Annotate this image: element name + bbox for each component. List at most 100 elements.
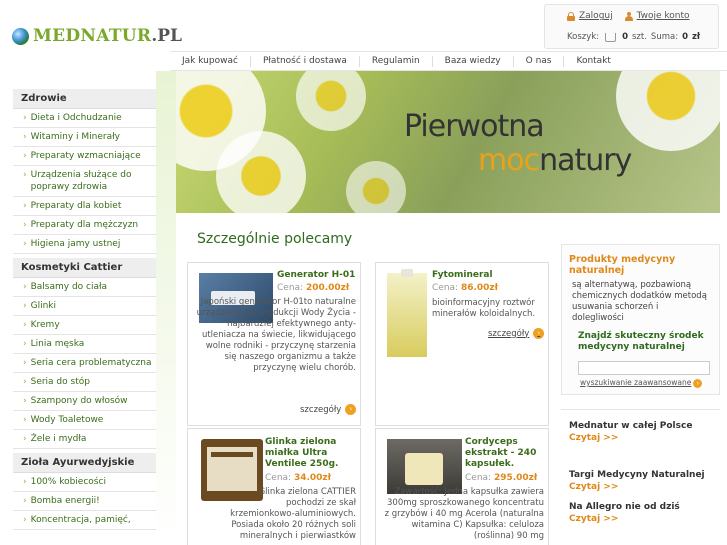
sidebar-item[interactable]: › Preparaty dla kobiet (13, 197, 156, 216)
news-item[interactable]: Na Allegro nie od dziś Czytaj >> (569, 501, 680, 525)
price-label: Cena: (432, 283, 459, 293)
price-label: Cena: (265, 473, 292, 483)
arrow-right-icon: › (693, 379, 703, 388)
nav-baza-wiedzy[interactable]: Baza wiedzy (431, 55, 513, 67)
sidebar-item-label: 100% kobiecości (30, 477, 106, 487)
product-card: Glinka zielona miałka Ultra Ventilee 250… (187, 428, 361, 545)
bullet-icon: › (23, 377, 27, 387)
cart-count: 0 (622, 32, 628, 42)
bullet-icon: › (23, 132, 27, 142)
currency: zł (691, 32, 701, 42)
account-link[interactable]: Twoje konto (624, 11, 690, 21)
sidebar-item[interactable]: › Glinki (13, 297, 156, 316)
login-label: Zaloguj (579, 11, 613, 21)
product-title[interactable]: Glinka zielona miałka Ultra Ventilee 250… (265, 437, 357, 470)
sidebar-item-label: Bomba energii! (30, 496, 100, 506)
arrow-right-icon: › (533, 328, 545, 339)
sidebar-item[interactable]: › Bomba energii! (13, 492, 156, 511)
sidebar-item[interactable]: › Linia męska (13, 335, 156, 354)
price-label: Cena: (465, 473, 492, 483)
lock-icon (567, 11, 575, 21)
sidebar-item-label: Koncentracja, pamięć, (30, 515, 131, 525)
details-link[interactable]: szczegóły › (488, 328, 545, 339)
sidebar-item[interactable]: › Dieta i Odchudzanie (13, 109, 156, 128)
banner-line1: Pierwotna (404, 109, 545, 144)
search-input[interactable] (578, 361, 710, 375)
sidebar-item-label: Żele i mydła (30, 434, 87, 444)
sidebar-item-label: Wody Toaletowe (30, 415, 104, 425)
account-label: Twoje konto (636, 11, 690, 21)
news-more[interactable]: Czytaj >> (569, 513, 680, 525)
product-card: Fytomineral Cena: 86.00zł bioinformacyjn… (375, 262, 549, 426)
sidebar-item[interactable]: › Szampony do włosów (13, 392, 156, 411)
sidebar-item[interactable]: › Higiena jamy ustnej (13, 235, 156, 254)
hero-banner: Pierwotna mocnatury (176, 71, 720, 213)
panel-title: Produkty medycyny naturalnej (569, 254, 676, 276)
user-box: Zaloguj Twoje konto Koszyk: 0 szt. Suma:… (544, 4, 719, 49)
product-title[interactable]: Cordyceps ekstrakt - 240 kapsułek. (465, 437, 545, 470)
cart-summary[interactable]: Koszyk: 0 szt. Suma: 0 zł (567, 32, 700, 42)
sidebar-item-label: Linia męska (30, 339, 85, 349)
nav-platnosc[interactable]: Płatność i dostawa (249, 55, 359, 67)
product-image[interactable] (387, 439, 462, 494)
nav-o-nas[interactable]: O nas (512, 55, 564, 67)
sidebar-item[interactable]: › 100% kobiecości (13, 473, 156, 492)
price-value: 295.00zł (493, 473, 538, 483)
globe-icon (12, 27, 29, 45)
advanced-search-link[interactable]: wyszukiwanie zaawansowane › (580, 378, 703, 388)
sidebar-item[interactable]: › Preparaty dla mężczyzn (13, 216, 156, 235)
sidebar-item[interactable]: › Seria cera problematyczna (13, 354, 156, 373)
sidebar-item[interactable]: › Witaminy i Minerały (13, 128, 156, 147)
bullet-icon: › (23, 170, 27, 180)
cart-icon (605, 32, 617, 42)
sidebar-item-label: Seria cera problematyczna (30, 358, 152, 368)
logo[interactable]: MEDNATUR .PL (12, 24, 182, 48)
bullet-icon: › (23, 220, 27, 230)
news-item[interactable]: Targi Medycyny Naturalnej Czytaj >> (569, 469, 705, 493)
category-ziola[interactable]: Zioła Ayurwedyjskie (13, 453, 156, 473)
sidebar-item-label: Witaminy i Minerały (30, 132, 120, 142)
banner-moc: moc (478, 143, 540, 178)
daisy-image (216, 131, 306, 213)
bullet-icon: › (23, 396, 27, 406)
product-price: Cena: 86.00zł (432, 283, 498, 293)
category-kosmetyki[interactable]: Kosmetyki Cattier (13, 258, 156, 278)
sidebar-item[interactable]: › Seria do stóp (13, 373, 156, 392)
bullet-icon: › (23, 515, 27, 525)
product-title[interactable]: Fytomineral (432, 270, 542, 281)
price-value: 200.00zł (305, 283, 350, 293)
details-link[interactable]: szczegóły › (300, 404, 357, 415)
news-item[interactable]: Mednatur w całej Polsce Czytaj >> (569, 420, 692, 444)
sidebar-item[interactable]: › Preparaty wzmacniające (13, 147, 156, 166)
nav-regulamin[interactable]: Regulamin (358, 55, 432, 67)
arrow-right-icon: › (345, 404, 357, 415)
product-price: Cena: 200.00zł (277, 283, 349, 293)
sidebar-decoration (156, 71, 176, 545)
cart-units: szt. (631, 32, 647, 42)
price-label: Cena: (277, 283, 304, 293)
login-link[interactable]: Zaloguj (567, 11, 613, 21)
nav-jak-kupowac[interactable]: Jak kupować (170, 56, 250, 67)
logo-domain: .PL (151, 26, 182, 46)
nav-kontakt[interactable]: Kontakt (563, 55, 622, 67)
news-more[interactable]: Czytaj >> (569, 432, 692, 444)
sidebar-item[interactable]: › Koncentracja, pamięć, (13, 511, 156, 530)
sidebar-item[interactable]: › Kremy (13, 316, 156, 335)
product-price: Cena: 34.00zł (265, 473, 331, 483)
product-image[interactable] (387, 269, 427, 357)
sidebar-item[interactable]: › Wody Toaletowe (13, 411, 156, 430)
sidebar-item[interactable]: › Żele i mydła (13, 430, 156, 449)
bullet-icon: › (23, 320, 27, 330)
details-label: szczegóły (300, 404, 342, 415)
product-desc: bioinformacyjny roztwór minerałów koloid… (432, 298, 536, 319)
sidebar-item-label: Glinki (30, 301, 57, 311)
sidebar-item[interactable]: › Urządzenia służące do poprawy zdrowia (13, 166, 156, 197)
sidebar-item-label: Preparaty dla kobiet (30, 201, 122, 211)
sidebar-item[interactable]: › Balsamy do ciała (13, 278, 156, 297)
news-more[interactable]: Czytaj >> (569, 481, 705, 493)
sidebar-item-label: Szampony do włosów (30, 396, 128, 406)
product-desc: Zawartość: Jedna kapsułka zawiera 300mg … (384, 487, 544, 541)
product-title[interactable]: Generator H-01 (277, 270, 357, 281)
bullet-icon: › (23, 415, 27, 425)
category-zdrowie[interactable]: Zdrowie (13, 89, 156, 109)
